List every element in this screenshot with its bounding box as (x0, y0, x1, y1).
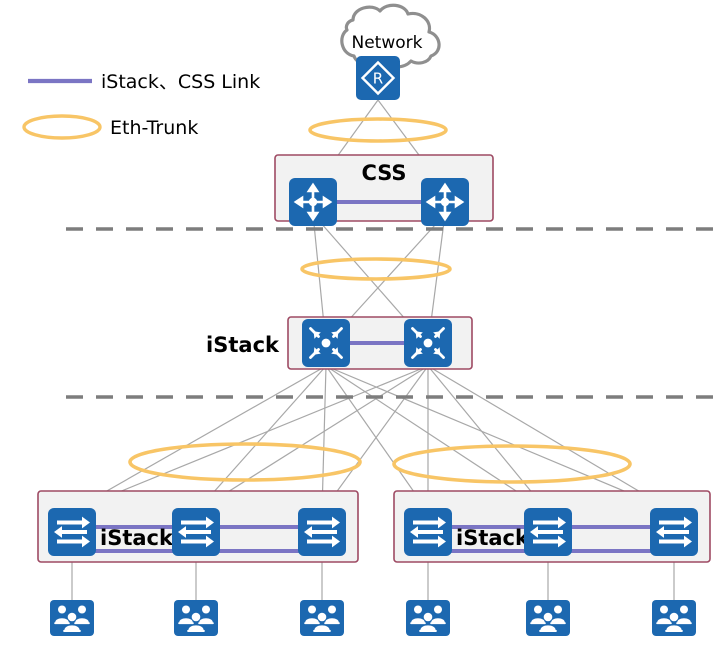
legend-ethtrunk-swatch (22, 114, 102, 140)
user-group-6[interactable] (652, 600, 696, 636)
css-switch-2[interactable] (419, 176, 471, 228)
eth-trunk-aggregation-uplink (300, 257, 452, 281)
user-group-1[interactable] (50, 600, 94, 636)
eth-trunk-access-right (392, 444, 632, 484)
access-switch-l1[interactable] (46, 506, 98, 558)
access-switch-r2[interactable] (522, 506, 574, 558)
legend-item-label-link: iStack、CSS Link (101, 71, 260, 93)
aggregation-switch-2[interactable] (402, 317, 454, 369)
tier-label-access-right-istack: iStack (456, 526, 530, 550)
endpoints[interactable] (50, 600, 696, 636)
aggregation-switch-1[interactable] (300, 317, 352, 369)
legend: iStack、CSS Link Eth-Trunk (22, 71, 260, 140)
user-group-3[interactable] (300, 600, 344, 636)
tier-label-access-left-istack: iStack (100, 526, 174, 550)
user-group-2[interactable] (174, 600, 218, 636)
user-group-4[interactable] (406, 600, 450, 636)
access-switch-l3[interactable] (296, 506, 348, 558)
network-cloud-group[interactable]: Network (340, 3, 441, 102)
cloud-label: Network (352, 33, 423, 53)
eth-trunk-core-uplink (308, 117, 448, 143)
tier-core-css[interactable]: CSS (274, 154, 494, 228)
router-icon[interactable] (354, 54, 402, 102)
tier-aggregation-istack[interactable]: iStack (206, 316, 473, 370)
access-switch-r1[interactable] (402, 506, 454, 558)
eth-trunk-access-left (128, 442, 362, 482)
tier-label-aggregation-istack: iStack (206, 333, 280, 357)
css-switch-1[interactable] (287, 176, 339, 228)
legend-item-label-ethtrunk: Eth-Trunk (110, 117, 198, 139)
tier-access-left-istack[interactable]: iStack (37, 490, 359, 563)
user-group-5[interactable] (526, 600, 570, 636)
tier-label-css: CSS (361, 161, 406, 185)
access-switch-l2[interactable] (170, 506, 222, 558)
access-switch-r3[interactable] (648, 506, 700, 558)
tier-access-right-istack[interactable]: iStack (393, 490, 711, 563)
tier-dividers (66, 227, 722, 399)
network-topology-diagram: R iStack、CSS Link Eth-Trunk Network CSS … (0, 0, 725, 667)
